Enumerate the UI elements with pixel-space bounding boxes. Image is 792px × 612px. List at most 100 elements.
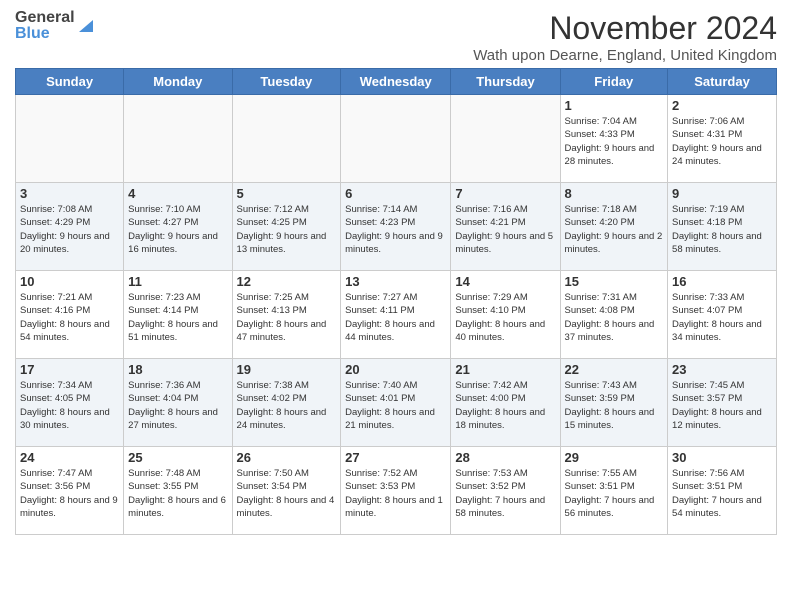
calendar-day-cell: 27Sunrise: 7:52 AM Sunset: 3:53 PM Dayli… (341, 447, 451, 535)
logo-text: General Blue (15, 10, 75, 42)
day-info: Sunrise: 7:31 AM Sunset: 4:08 PM Dayligh… (565, 291, 664, 344)
calendar-day-cell: 20 Sunrise: 7:40 AM Sunset: 4:01 PM Dayli… (341, 359, 451, 447)
calendar-day-cell (451, 95, 560, 183)
title-section: November 2024 Wath upon Dearne, England,… (473, 10, 777, 64)
calendar-day-cell: 26Sunrise: 7:50 AM Sunset: 3:54 PM Dayli… (232, 447, 341, 535)
day-number: 20 (345, 362, 446, 377)
day-info: Sunrise: 7:16 AM Sunset: 4:21 PM Dayligh… (455, 203, 555, 256)
calendar-day-cell: 9 Sunrise: 7:19 AM Sunset: 4:18 PM Daylig… (668, 183, 777, 271)
calendar-day-cell: 22Sunrise: 7:43 AM Sunset: 3:59 PM Dayli… (560, 359, 668, 447)
calendar-day-cell (16, 95, 124, 183)
calendar-day-cell: 3Sunrise: 7:08 AM Sunset: 4:29 PM Daylig… (16, 183, 124, 271)
month-title: November 2024 (473, 10, 777, 47)
day-info: Sunrise: 7:36 AM Sunset: 4:04 PM Dayligh… (128, 379, 227, 432)
day-info: Sunrise: 7:45 AM Sunset: 3:57 PM Dayligh… (672, 379, 772, 432)
day-info: Sunrise: 7:27 AM Sunset: 4:11 PM Dayligh… (345, 291, 446, 344)
day-number: 26 (237, 450, 337, 465)
calendar-day-cell: 28Sunrise: 7:53 AM Sunset: 3:52 PM Dayli… (451, 447, 560, 535)
day-number: 6 (345, 186, 446, 201)
day-number: 21 (455, 362, 555, 377)
day-number: 14 (455, 274, 555, 289)
day-info: Sunrise: 7:04 AM Sunset: 4:33 PM Dayligh… (565, 115, 664, 168)
day-info: Sunrise: 7:29 AM Sunset: 4:10 PM Dayligh… (455, 291, 555, 344)
calendar-day-header: Wednesday (341, 69, 451, 95)
day-info: Sunrise: 7:18 AM Sunset: 4:20 PM Dayligh… (565, 203, 664, 256)
day-info: Sunrise: 7:06 AM Sunset: 4:31 PM Dayligh… (672, 115, 772, 168)
day-info: Sunrise: 7:48 AM Sunset: 3:55 PM Dayligh… (128, 467, 227, 520)
day-info: Sunrise: 7:40 AM Sunset: 4:01 PM Dayligh… (345, 379, 446, 432)
logo-general: General (15, 10, 75, 26)
calendar-day-cell: 10 Sunrise: 7:21 AM Sunset: 4:16 PM Dayli… (16, 271, 124, 359)
calendar-day-header: Sunday (16, 69, 124, 95)
calendar-day-cell: 8Sunrise: 7:18 AM Sunset: 4:20 PM Daylig… (560, 183, 668, 271)
day-info: Sunrise: 7:53 AM Sunset: 3:52 PM Dayligh… (455, 467, 555, 520)
day-number: 10 (20, 274, 119, 289)
day-info: Sunrise: 7:47 AM Sunset: 3:56 PM Dayligh… (20, 467, 119, 520)
calendar-header-row: SundayMondayTuesdayWednesdayThursdayFrid… (16, 69, 777, 95)
day-info: Sunrise: 7:42 AM Sunset: 4:00 PM Dayligh… (455, 379, 555, 432)
calendar-day-cell: 21 Sunrise: 7:42 AM Sunset: 4:00 PM Dayli… (451, 359, 560, 447)
calendar-day-cell: 29 Sunrise: 7:55 AM Sunset: 3:51 PM Dayli… (560, 447, 668, 535)
day-number: 2 (672, 98, 772, 113)
day-number: 17 (20, 362, 119, 377)
day-number: 4 (128, 186, 227, 201)
day-number: 25 (128, 450, 227, 465)
day-info: Sunrise: 7:08 AM Sunset: 4:29 PM Dayligh… (20, 203, 119, 256)
day-number: 24 (20, 450, 119, 465)
calendar-day-header: Thursday (451, 69, 560, 95)
calendar-day-cell: 1Sunrise: 7:04 AM Sunset: 4:33 PM Daylig… (560, 95, 668, 183)
day-number: 16 (672, 274, 772, 289)
day-info: Sunrise: 7:23 AM Sunset: 4:14 PM Dayligh… (128, 291, 227, 344)
day-info: Sunrise: 7:38 AM Sunset: 4:02 PM Dayligh… (237, 379, 337, 432)
day-info: Sunrise: 7:56 AM Sunset: 3:51 PM Dayligh… (672, 467, 772, 520)
logo-blue: Blue (15, 26, 75, 42)
day-number: 11 (128, 274, 227, 289)
calendar-day-cell: 19 Sunrise: 7:38 AM Sunset: 4:02 PM Dayli… (232, 359, 341, 447)
day-number: 13 (345, 274, 446, 289)
calendar-day-cell: 11 Sunrise: 7:23 AM Sunset: 4:14 PM Dayli… (124, 271, 232, 359)
location: Wath upon Dearne, England, United Kingdo… (473, 47, 777, 64)
calendar-day-cell: 24 Sunrise: 7:47 AM Sunset: 3:56 PM Dayli… (16, 447, 124, 535)
calendar-week-row: 24 Sunrise: 7:47 AM Sunset: 3:56 PM Dayli… (16, 447, 777, 535)
calendar-day-cell: 30 Sunrise: 7:56 AM Sunset: 3:51 PM Dayli… (668, 447, 777, 535)
calendar-day-header: Tuesday (232, 69, 341, 95)
calendar-week-row: 17 Sunrise: 7:34 AM Sunset: 4:05 PM Dayli… (16, 359, 777, 447)
day-info: Sunrise: 7:43 AM Sunset: 3:59 PM Dayligh… (565, 379, 664, 432)
logo-triangle-icon (77, 14, 93, 39)
day-number: 9 (672, 186, 772, 201)
calendar-day-cell: 2 Sunrise: 7:06 AM Sunset: 4:31 PM Daylig… (668, 95, 777, 183)
day-number: 18 (128, 362, 227, 377)
day-number: 15 (565, 274, 664, 289)
calendar-day-cell: 12Sunrise: 7:25 AM Sunset: 4:13 PM Dayli… (232, 271, 341, 359)
day-info: Sunrise: 7:21 AM Sunset: 4:16 PM Dayligh… (20, 291, 119, 344)
calendar-day-cell: 7 Sunrise: 7:16 AM Sunset: 4:21 PM Daylig… (451, 183, 560, 271)
day-number: 27 (345, 450, 446, 465)
calendar-day-cell: 6 Sunrise: 7:14 AM Sunset: 4:23 PM Daylig… (341, 183, 451, 271)
day-number: 23 (672, 362, 772, 377)
page-header: General Blue November 2024 Wath upon Dea… (15, 10, 777, 64)
day-number: 7 (455, 186, 555, 201)
calendar-day-cell: 17 Sunrise: 7:34 AM Sunset: 4:05 PM Dayli… (16, 359, 124, 447)
day-number: 29 (565, 450, 664, 465)
calendar-week-row: 10 Sunrise: 7:21 AM Sunset: 4:16 PM Dayli… (16, 271, 777, 359)
calendar-day-cell: 4Sunrise: 7:10 AM Sunset: 4:27 PM Daylig… (124, 183, 232, 271)
calendar-day-cell: 16Sunrise: 7:33 AM Sunset: 4:07 PM Dayli… (668, 271, 777, 359)
calendar-day-cell: 15 Sunrise: 7:31 AM Sunset: 4:08 PM Dayli… (560, 271, 668, 359)
calendar-day-cell: 18 Sunrise: 7:36 AM Sunset: 4:04 PM Dayli… (124, 359, 232, 447)
calendar-day-cell (341, 95, 451, 183)
day-info: Sunrise: 7:19 AM Sunset: 4:18 PM Dayligh… (672, 203, 772, 256)
calendar-week-row: 1Sunrise: 7:04 AM Sunset: 4:33 PM Daylig… (16, 95, 777, 183)
calendar-day-cell: 13 Sunrise: 7:27 AM Sunset: 4:11 PM Dayli… (341, 271, 451, 359)
day-number: 19 (237, 362, 337, 377)
day-number: 30 (672, 450, 772, 465)
day-info: Sunrise: 7:34 AM Sunset: 4:05 PM Dayligh… (20, 379, 119, 432)
calendar-day-header: Friday (560, 69, 668, 95)
calendar-day-cell: 14 Sunrise: 7:29 AM Sunset: 4:10 PM Dayli… (451, 271, 560, 359)
calendar-day-cell (124, 95, 232, 183)
calendar-table: SundayMondayTuesdayWednesdayThursdayFrid… (15, 68, 777, 535)
day-info: Sunrise: 7:14 AM Sunset: 4:23 PM Dayligh… (345, 203, 446, 256)
day-info: Sunrise: 7:55 AM Sunset: 3:51 PM Dayligh… (565, 467, 664, 520)
calendar-day-cell: 25 Sunrise: 7:48 AM Sunset: 3:55 PM Dayli… (124, 447, 232, 535)
calendar-day-header: Saturday (668, 69, 777, 95)
page-container: General Blue November 2024 Wath upon Dea… (0, 0, 792, 545)
